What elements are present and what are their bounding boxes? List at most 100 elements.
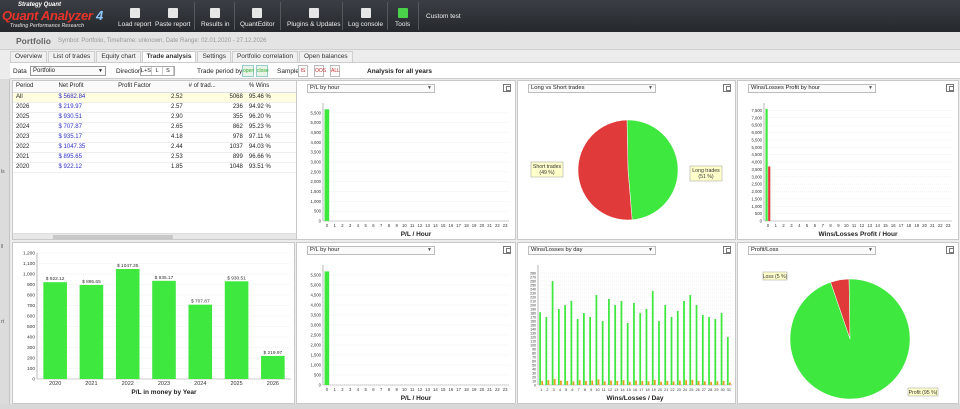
column-header[interactable]: # of trad...: [185, 81, 246, 93]
sample-all-label: ALL: [331, 68, 340, 74]
data-select[interactable]: Portfolio ▼: [30, 66, 106, 76]
y-tick-label: 600: [27, 314, 35, 320]
profit-loss-panel: Profit/Loss ▼ Loss (5 %) Profit (95 %): [737, 242, 959, 404]
y-tick-label: 3,500: [752, 167, 763, 172]
chart-type-select[interactable]: P/L by hour ▼: [307, 246, 435, 255]
table-cell: 1037: [185, 142, 246, 153]
x-tick-label: 21: [487, 387, 492, 392]
maximize-icon[interactable]: [946, 246, 954, 254]
table-row[interactable]: 2023 $ 935.17 4.18 978 97.11 %: [13, 132, 297, 143]
side-label: ll: [1, 244, 4, 250]
chart-type-select[interactable]: P/L by hour ▼: [307, 84, 435, 93]
load-report-button[interactable]: Load report: [118, 0, 151, 32]
x-tick-label: 4: [559, 388, 561, 392]
x-tick-label: 21: [664, 388, 668, 392]
loss-bar: [691, 379, 694, 385]
pie-label-percent: (49 %): [539, 170, 555, 176]
tab-portfolio-correlation[interactable]: Portfolio correlation: [231, 51, 298, 62]
x-tick-label: 2020: [49, 381, 61, 387]
horizontal-scrollbar[interactable]: [13, 233, 297, 239]
tab-open-balances[interactable]: Open balances: [298, 51, 353, 62]
column-header[interactable]: Net Profit: [55, 81, 116, 93]
column-header[interactable]: Profit Factor: [115, 81, 186, 93]
table-cell: 94.03 %: [245, 142, 297, 153]
y-tick-label: 90: [532, 348, 536, 352]
table-row[interactable]: 2026 $ 219.97 2.57 236 94.92 %: [13, 102, 297, 113]
chart-type-select[interactable]: Long vs Short trades ▼: [528, 84, 656, 93]
win-bar: [576, 319, 579, 385]
x-tick-label: 6: [814, 223, 817, 228]
table-row[interactable]: All $ 5682.84 2.52 5068 95.46 %: [13, 92, 297, 103]
x-tick-label: 22: [938, 223, 943, 228]
win-bar: [564, 305, 566, 385]
x-tick-label: 12: [418, 387, 423, 392]
results-button[interactable]: Results in: [201, 0, 230, 32]
chevron-down-icon: ▼: [427, 247, 432, 253]
table-row[interactable]: 2022 $ 1047.35 2.44 1037 94.03 %: [13, 142, 297, 153]
data-label: $ 895.65: [82, 279, 101, 285]
trade-period-open-button[interactable]: open: [242, 65, 254, 77]
pl-year-chart: 0 100 200 300 400 500 600 700 800 900 1,000 1,100 1,…: [23, 251, 291, 396]
bar: [152, 280, 176, 379]
side-label: rt: [1, 319, 5, 325]
direction-short-button[interactable]: S: [163, 67, 174, 75]
maximize-icon[interactable]: [723, 246, 731, 254]
table-cell: 2.90: [115, 112, 186, 123]
x-tick-label: 22: [495, 223, 500, 228]
table-row[interactable]: 2025 $ 930.51 2.90 355 96.20 %: [13, 112, 297, 123]
tab-trade-analysis[interactable]: Trade analysis: [141, 51, 197, 62]
table-cell: 1048: [185, 162, 246, 173]
x-tick-label: 0: [767, 223, 770, 228]
sample-oos-icon[interactable]: OOS: [314, 65, 326, 77]
y-tick-label: 110: [530, 340, 536, 344]
table-row[interactable]: 2020 $ 922.12 1.85 1048 93.51 %: [13, 162, 297, 173]
table-row[interactable]: 2021 $ 895.65 2.53 899 96.66 %: [13, 152, 297, 163]
pie-slice: [789, 278, 911, 400]
x-tick-label: 15: [883, 223, 888, 228]
custom-test-button[interactable]: Custom test: [426, 0, 461, 32]
table-cell: 2023: [13, 132, 56, 143]
loss-bar: [610, 380, 612, 385]
data-label: $ 930.51: [227, 275, 246, 281]
direction-both-button[interactable]: L+S: [141, 67, 152, 75]
tab-equity-chart[interactable]: Equity chart: [96, 51, 141, 62]
y-tick-label: 60: [532, 360, 536, 364]
chart-type-select[interactable]: Wins/Losses Profit by hour ▼: [748, 84, 876, 93]
tools-button[interactable]: Tools: [395, 0, 410, 32]
direction-long-button[interactable]: L: [152, 67, 163, 75]
column-header[interactable]: Period: [13, 81, 56, 93]
scrollbar-thumb[interactable]: [53, 235, 173, 239]
tab-list-of-trades[interactable]: List of trades: [48, 51, 96, 62]
x-tick-label: 17: [899, 223, 904, 228]
sample-all-icon[interactable]: ALL: [330, 65, 340, 77]
x-tick-label: 21: [487, 223, 492, 228]
table-row[interactable]: 2024 $ 707.87 2.65 862 95.23 %: [13, 122, 297, 133]
y-tick-label: 3,500: [311, 313, 322, 318]
maximize-icon[interactable]: [723, 84, 731, 92]
tab-overview[interactable]: Overview: [10, 51, 48, 62]
maximize-icon[interactable]: [503, 84, 511, 92]
trade-period-close-button[interactable]: close: [256, 65, 269, 77]
column-header[interactable]: % Wins: [245, 81, 297, 93]
log-console-button[interactable]: Log console: [348, 0, 383, 32]
loss-bar: [572, 381, 575, 385]
chart-type-select[interactable]: Profit/Loss ▼: [748, 246, 876, 255]
x-tick-label: 14: [433, 223, 438, 228]
y-tick-label: 130: [530, 332, 536, 336]
tab-settings[interactable]: Settings: [197, 51, 231, 62]
x-tick-label: 1: [775, 223, 778, 228]
y-tick-label: 5,500: [752, 137, 763, 142]
x-tick-label: 2023: [158, 381, 170, 387]
maximize-icon[interactable]: [946, 84, 954, 92]
chart-type-select[interactable]: Wins/Losses by day ▼: [528, 246, 656, 255]
sample-is-icon[interactable]: IS: [298, 65, 308, 77]
paste-report-button[interactable]: Paste report: [155, 0, 190, 32]
maximize-icon[interactable]: [503, 246, 511, 254]
plugins-button[interactable]: Plugins & Updates: [287, 0, 340, 32]
table-cell: 236: [185, 102, 246, 113]
x-tick-label: 10: [844, 223, 849, 228]
loss-bar: [635, 380, 637, 385]
pie-label-percent: (95 %): [921, 390, 938, 396]
quanteditor-button[interactable]: QuantEditor: [240, 0, 275, 32]
x-tick-label: 13: [867, 223, 872, 228]
